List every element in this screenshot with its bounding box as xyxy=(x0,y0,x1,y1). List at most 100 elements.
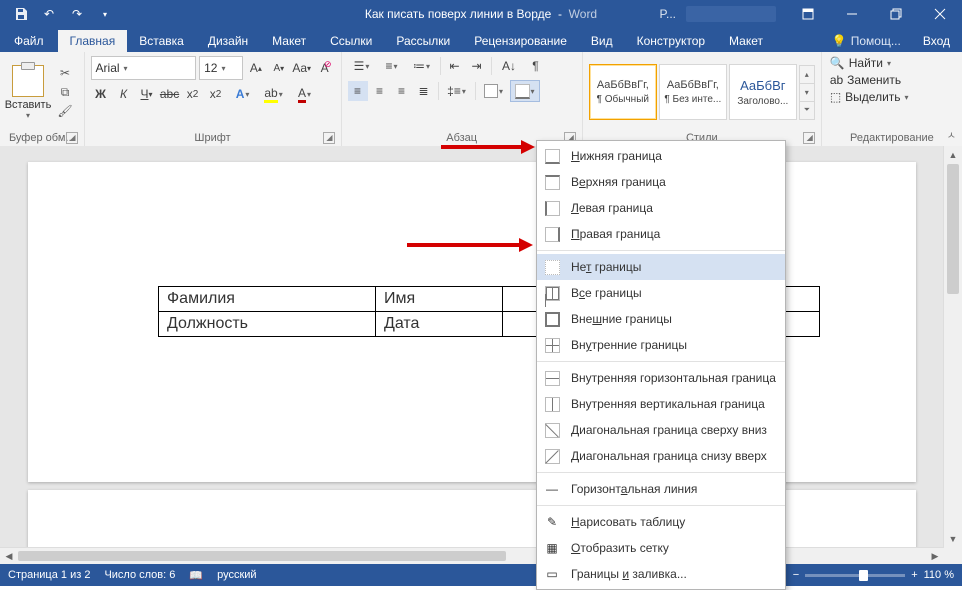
font-size-combo[interactable]: 12▾ xyxy=(199,56,243,80)
qat-customize-icon[interactable]: ▾ xyxy=(92,2,118,26)
tab-review[interactable]: Рецензирование xyxy=(462,30,579,52)
highlight-button[interactable]: ab▾ xyxy=(260,84,288,104)
border-all-item[interactable]: Все границы xyxy=(537,280,785,306)
border-top-item[interactable]: Верхняя граница xyxy=(537,169,785,195)
vertical-scrollbar[interactable]: ▲ ▼ xyxy=(943,146,962,564)
align-left-icon[interactable]: ≡ xyxy=(348,81,368,101)
border-diag-up-item[interactable]: Диагональная граница снизу вверх xyxy=(537,443,785,469)
tell-me[interactable]: 💡Помощ... xyxy=(822,34,911,48)
align-center-icon[interactable]: ≡ xyxy=(370,81,390,101)
ribbon-display-options-icon[interactable] xyxy=(786,0,830,28)
status-word-count[interactable]: Число слов: 6 xyxy=(104,569,175,581)
tab-home[interactable]: Главная xyxy=(58,30,128,52)
border-left-item[interactable]: Левая граница xyxy=(537,195,785,221)
font-name-combo[interactable]: Arial▾ xyxy=(91,56,197,80)
tab-layout[interactable]: Макет xyxy=(260,30,318,52)
minimize-icon[interactable] xyxy=(830,0,874,28)
bold-button[interactable]: Ж xyxy=(91,84,111,104)
zoom-in-icon[interactable]: + xyxy=(911,569,917,581)
underline-button[interactable]: Ч▾ xyxy=(137,84,157,104)
styles-dialog-launcher[interactable]: ◢ xyxy=(803,132,815,144)
draw-table-item[interactable]: ✎Нарисовать таблицу xyxy=(537,509,785,535)
justify-icon[interactable]: ≣ xyxy=(414,81,434,101)
qat-save-icon[interactable] xyxy=(8,2,34,26)
bullets-button[interactable]: ☰▾ xyxy=(348,56,376,76)
numbering-button[interactable]: ≡▾ xyxy=(378,56,406,76)
scroll-left-icon[interactable]: ◀ xyxy=(0,551,18,562)
zoom-out-icon[interactable]: − xyxy=(793,569,799,581)
increase-indent-icon[interactable]: ⇥ xyxy=(467,56,487,76)
shading-button[interactable]: ▾ xyxy=(480,81,508,101)
show-marks-icon[interactable]: ¶ xyxy=(526,56,546,76)
status-spellcheck-icon[interactable]: 📖 xyxy=(189,569,203,582)
tab-mailings[interactable]: Рассылки xyxy=(384,30,462,52)
style-heading1[interactable]: АаБбВгЗаголово... xyxy=(729,64,797,120)
style-normal[interactable]: АаБбВвГг,¶ Обычный xyxy=(589,64,657,120)
grow-font-icon[interactable]: A▴ xyxy=(246,58,266,78)
paste-button[interactable]: Вставить ▾ xyxy=(4,54,52,130)
border-right-item[interactable]: Правая граница xyxy=(537,221,785,247)
border-bottom-item[interactable]: Нижняя граница xyxy=(537,143,785,169)
status-language[interactable]: русский xyxy=(217,569,256,581)
replace-button[interactable]: abЗаменить xyxy=(830,73,909,87)
text-effects-button[interactable]: A▾ xyxy=(229,84,257,104)
find-button[interactable]: 🔍Найти ▾ xyxy=(830,56,909,70)
clear-formatting-icon[interactable]: A⊘ xyxy=(315,58,335,78)
border-diag-down-item[interactable]: Диагональная граница сверху вниз xyxy=(537,417,785,443)
strikethrough-button[interactable]: abc xyxy=(160,84,180,104)
border-none-item[interactable]: Нет границы xyxy=(537,254,785,280)
line-spacing-button[interactable]: ‡≡▾ xyxy=(443,81,471,101)
horizontal-line-item[interactable]: —Горизонтальная линия xyxy=(537,476,785,502)
borders-and-shading-item[interactable]: ▭Границы и заливка... xyxy=(537,561,785,587)
copy-icon[interactable]: ⧉ xyxy=(56,84,74,100)
font-color-button[interactable]: A▾ xyxy=(291,84,319,104)
scroll-right-icon[interactable]: ▶ xyxy=(926,551,944,562)
border-outside-item[interactable]: Внешние границы xyxy=(537,306,785,332)
select-button[interactable]: ⬚Выделить▾ xyxy=(830,90,909,104)
table-cell[interactable]: Дата xyxy=(376,312,503,337)
qat-undo-icon[interactable]: ↶ xyxy=(36,2,62,26)
scroll-up-icon[interactable]: ▲ xyxy=(944,146,962,164)
zoom-level[interactable]: 110 % xyxy=(924,569,954,581)
horizontal-scrollbar[interactable]: ◀ ▶ xyxy=(0,547,944,564)
superscript-button[interactable]: x2 xyxy=(206,84,226,104)
zoom-slider[interactable] xyxy=(805,574,905,577)
decrease-indent-icon[interactable]: ⇤ xyxy=(445,56,465,76)
style-no-spacing[interactable]: АаБбВвГг,¶ Без инте... xyxy=(659,64,727,120)
border-inside-item[interactable]: Внутренние границы xyxy=(537,332,785,358)
tab-design[interactable]: Дизайн xyxy=(196,30,260,52)
styles-gallery-more[interactable]: ▴▾⏷ xyxy=(799,65,815,120)
italic-button[interactable]: К xyxy=(114,84,134,104)
hscroll-thumb[interactable] xyxy=(18,551,506,561)
tab-layout-2[interactable]: Макет xyxy=(717,30,775,52)
sign-in[interactable]: Вход xyxy=(911,30,962,52)
shrink-font-icon[interactable]: A▾ xyxy=(269,58,289,78)
tab-insert[interactable]: Вставка xyxy=(127,30,196,52)
qat-redo-icon[interactable]: ↷ xyxy=(64,2,90,26)
scroll-thumb[interactable] xyxy=(947,164,959,294)
table-cell[interactable]: Должность xyxy=(159,312,376,337)
view-gridlines-item[interactable]: ▦Отобразить сетку xyxy=(537,535,785,561)
collapse-ribbon-icon[interactable]: ㅅ xyxy=(947,127,956,142)
format-painter-icon[interactable]: 🖌 xyxy=(56,103,74,119)
align-right-icon[interactable]: ≡ xyxy=(392,81,412,101)
clipboard-dialog-launcher[interactable]: ◢ xyxy=(66,132,78,144)
tab-references[interactable]: Ссылки xyxy=(318,30,384,52)
subscript-button[interactable]: x2 xyxy=(183,84,203,104)
multilevel-button[interactable]: ≔▾ xyxy=(408,56,436,76)
scroll-down-icon[interactable]: ▼ xyxy=(944,530,962,548)
table-cell[interactable]: Имя xyxy=(376,287,503,312)
table-cell[interactable]: Фамилия xyxy=(159,287,376,312)
cut-icon[interactable]: ✂ xyxy=(56,65,74,81)
change-case-icon[interactable]: Aa▾ xyxy=(292,58,312,78)
tab-developer[interactable]: Конструктор xyxy=(625,30,717,52)
font-dialog-launcher[interactable]: ◢ xyxy=(323,132,335,144)
tab-view[interactable]: Вид xyxy=(579,30,625,52)
borders-button[interactable]: ▾ xyxy=(510,80,540,102)
sort-button[interactable]: A↓ xyxy=(496,56,524,76)
restore-icon[interactable] xyxy=(874,0,918,28)
border-inside-v-item[interactable]: Внутренняя вертикальная граница xyxy=(537,391,785,417)
tab-file[interactable]: Файл xyxy=(0,30,58,52)
status-page[interactable]: Страница 1 из 2 xyxy=(8,569,90,581)
close-icon[interactable] xyxy=(918,0,962,28)
